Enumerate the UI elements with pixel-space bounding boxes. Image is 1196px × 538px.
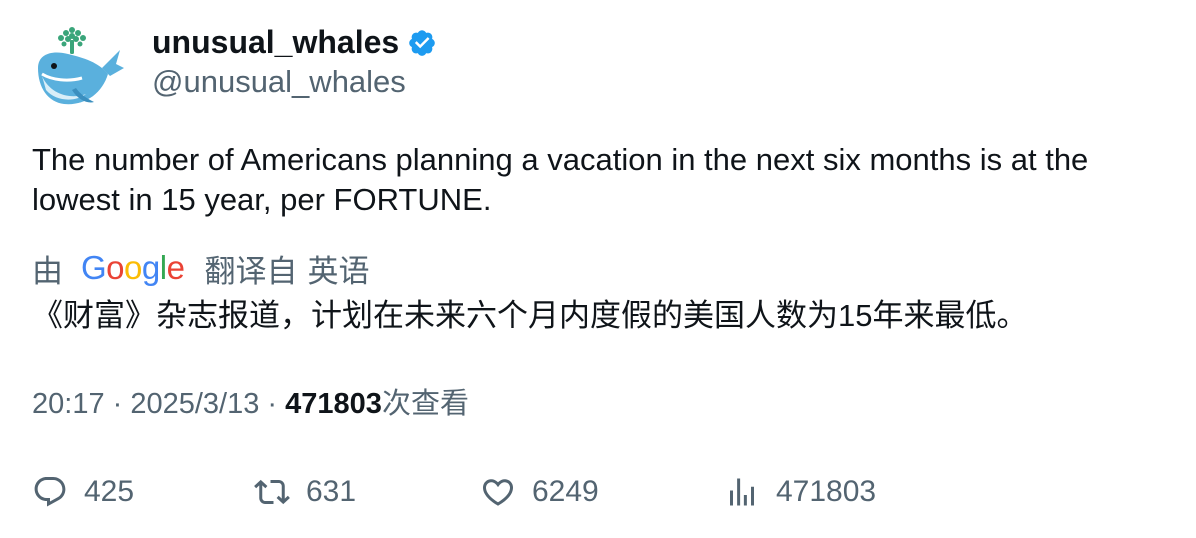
views-label: 次查看 [381, 388, 469, 420]
verified-badge-icon [409, 30, 435, 56]
meta-separator: · [259, 388, 286, 420]
translated-by-label: 由 [32, 253, 63, 289]
whale-logo-icon [38, 27, 124, 105]
tweet-text: The number of Americans planning a vacat… [32, 142, 1089, 217]
meta-separator: · [104, 388, 131, 420]
views-action-count: 471803 [776, 475, 877, 508]
source-language: 英语 [307, 253, 370, 289]
tweet-date[interactable]: 2025/3/13 [130, 388, 259, 420]
google-logo-letter: e [166, 249, 185, 286]
reply-count: 425 [84, 475, 135, 508]
retweet-icon [254, 479, 290, 505]
google-logo-letter: o [124, 249, 142, 286]
tweet-card: unusual_whales @unusual_whales The numbe… [0, 0, 1196, 538]
reply-button[interactable]: 425 [32, 470, 134, 514]
google-logo-letter: o [106, 249, 125, 286]
translated-from-label: 翻译自 [204, 253, 298, 289]
google-logo-letter: l [159, 249, 167, 286]
views-count: 471803 [285, 388, 382, 420]
tweet-time[interactable]: 20:17 [32, 388, 105, 420]
display-name[interactable]: unusual_whales [152, 20, 399, 64]
tweet-meta: 20:17 · 2025/3/13 · 471803次查看 [32, 384, 469, 424]
views-button[interactable]: 471803 [724, 470, 876, 514]
translation-attribution: 由 Google 翻译自 英语 [32, 246, 369, 290]
author-handle[interactable]: @unusual_whales [152, 62, 437, 102]
translated-text: 《财富》杂志报道，计划在未来六个月内度假的美国人数为15年来最低。 [32, 298, 1028, 333]
google-logo[interactable]: Google [81, 246, 185, 290]
like-button[interactable]: 6249 [480, 470, 599, 514]
reply-icon [34, 477, 66, 507]
action-bar: 425 631 6249 471803 [32, 470, 1162, 514]
avatar[interactable] [32, 24, 124, 112]
google-logo-letter: g [141, 249, 160, 286]
display-name-row: unusual_whales [152, 20, 437, 64]
retweet-count: 631 [306, 475, 357, 508]
google-logo-letter: G [81, 249, 107, 286]
author-block: unusual_whales @unusual_whales [152, 20, 437, 102]
retweet-button[interactable]: 631 [254, 470, 356, 514]
heart-icon [482, 479, 514, 506]
like-count: 6249 [532, 475, 599, 508]
analytics-icon [730, 478, 754, 506]
